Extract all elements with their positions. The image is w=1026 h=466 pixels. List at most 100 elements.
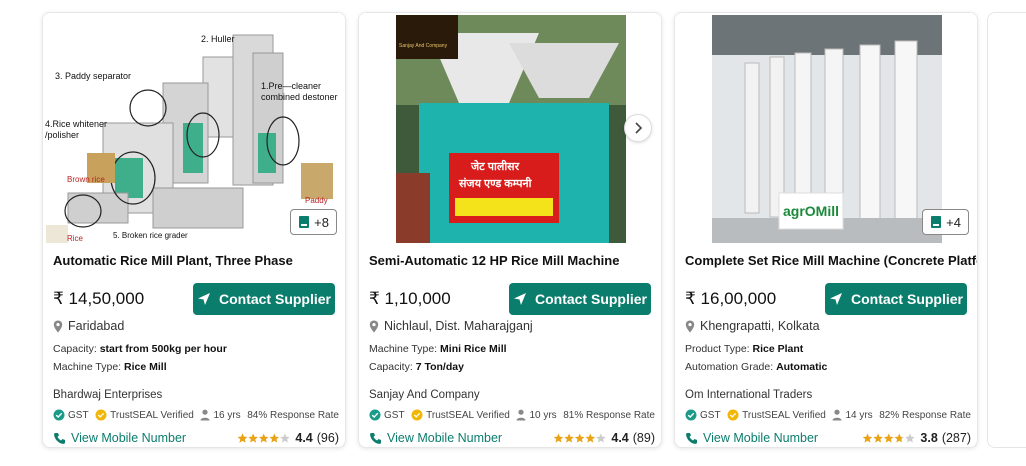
spec-value: Rice Mill [124, 361, 167, 373]
spec-label: Machine Type: [53, 361, 122, 373]
supplier-name[interactable]: Sanjay And Company [369, 389, 480, 401]
image-label: 4.Rice whitener /polisher [45, 119, 108, 140]
rating: 4.4 (96) [237, 431, 339, 445]
product-carousel: 2. Huller 3. Paddy separator 1.Pre—clean… [0, 0, 1026, 466]
supplier-badges: GST TrustSEAL Verified 10 yrs 81% Respon… [369, 409, 655, 421]
review-count[interactable]: (287) [942, 431, 971, 445]
product-title[interactable]: Semi-Automatic 12 HP Rice Mill Machine [369, 253, 655, 268]
image-label: 2. Huller [201, 34, 235, 44]
years-badge: 16 yrs [200, 409, 241, 421]
product-title[interactable]: Automatic Rice Mill Plant, Three Phase [53, 253, 339, 268]
spec-label: Capacity: [369, 361, 413, 373]
contact-supplier-button[interactable]: Contact Supplier [509, 283, 651, 315]
phone-icon [686, 432, 697, 444]
response-rate: 81% Response Rate [563, 409, 655, 421]
star-rating [237, 433, 291, 444]
years-badge: 10 yrs [516, 409, 557, 421]
years-badge: 14 yrs [832, 409, 873, 421]
view-mobile-link[interactable]: View Mobile Number [53, 431, 186, 445]
spec-value: 7 Ton/day [415, 361, 464, 373]
spec-value: Rice Plant [752, 343, 804, 355]
contact-supplier-label: Contact Supplier [534, 291, 647, 307]
location-text: Khengrapatti, Kolkata [700, 319, 820, 333]
view-mobile-label: View Mobile Number [703, 431, 819, 445]
view-mobile-label: View Mobile Number [71, 431, 187, 445]
stars-icon [238, 433, 291, 443]
product-card[interactable]: Sanjay And Company जेट पालीसर संजय एण्ड … [358, 12, 662, 448]
trustseal-icon [95, 409, 107, 421]
gst-label: GST [384, 409, 405, 421]
rating: 3.8 (287) [862, 431, 971, 445]
location-pin-icon [685, 320, 695, 332]
stars-icon [863, 433, 916, 443]
spec-label: Machine Type: [369, 343, 438, 355]
brand-logo: agrOMill [783, 203, 840, 219]
gst-label: GST [68, 409, 89, 421]
years-label: 16 yrs [213, 409, 241, 421]
supplier-location: Nichlaul, Dist. Maharajganj [369, 319, 533, 333]
view-mobile-label: View Mobile Number [387, 431, 503, 445]
sign-text: संजय एण्ड कम्पनी [459, 178, 532, 190]
image-label: Brown rice [67, 175, 105, 184]
image-label: 5. Broken rice grader [113, 231, 188, 240]
supplier-name[interactable]: Bhardwaj Enterprises [53, 389, 162, 401]
send-icon [197, 293, 210, 305]
supplier-location: Khengrapatti, Kolkata [685, 319, 820, 333]
location-pin-icon [369, 320, 379, 332]
sign-text: जेट पालीसर [471, 161, 520, 173]
gallery-icon [299, 216, 310, 228]
person-icon [516, 409, 526, 421]
product-card[interactable]: agrOMill +4 Complete Set Rice Mill Machi… [674, 12, 978, 448]
contact-supplier-label: Contact Supplier [850, 291, 963, 307]
product-image[interactable]: agrOMill +4 [675, 13, 977, 245]
stars-icon [554, 433, 607, 443]
rating-value: 4.4 [611, 431, 629, 445]
view-mobile-link[interactable]: View Mobile Number [685, 431, 818, 445]
location-pin-icon [53, 320, 63, 332]
product-image[interactable]: Sanjay And Company जेट पालीसर संजय एण्ड … [359, 13, 661, 245]
supplier-name[interactable]: Om International Traders [685, 389, 812, 401]
trustseal-icon [411, 409, 423, 421]
product-card[interactable]: 2. Huller 3. Paddy separator 1.Pre—clean… [42, 12, 346, 448]
product-price: ₹ 16,00,000 [685, 289, 777, 308]
product-title[interactable]: Complete Set Rice Mill Machine (Concrete… [685, 253, 977, 268]
gst-badge: GST [369, 409, 405, 421]
more-images-badge[interactable]: +4 [922, 209, 969, 235]
location-text: Faridabad [68, 319, 125, 333]
spec-value: Automatic [776, 361, 828, 373]
card-footer: View Mobile Number 4.4 (96) [53, 431, 339, 445]
review-count[interactable]: (96) [317, 431, 339, 445]
trustseal-label: TrustSEAL Verified [110, 409, 194, 421]
gst-badge: GST [685, 409, 721, 421]
spec-label: Product Type: [685, 343, 750, 355]
more-images-count: +4 [946, 214, 961, 230]
product-image[interactable]: 2. Huller 3. Paddy separator 1.Pre—clean… [43, 13, 345, 245]
trustseal-badge: TrustSEAL Verified [411, 409, 510, 421]
verified-check-icon [53, 409, 65, 421]
review-count[interactable]: (89) [633, 431, 655, 445]
spec-row: Machine Type: Rice Mill [53, 361, 167, 373]
person-icon [200, 409, 210, 421]
location-text: Nichlaul, Dist. Maharajganj [384, 319, 533, 333]
image-label: Rice [67, 234, 84, 243]
supplier-badges: GST TrustSEAL Verified 14 yrs 82% Respon… [685, 409, 971, 421]
next-product-card-peek[interactable] [987, 12, 1026, 448]
contact-supplier-button[interactable]: Contact Supplier [193, 283, 335, 315]
phone-icon [54, 432, 65, 444]
chevron-right-icon [635, 122, 643, 134]
view-mobile-link[interactable]: View Mobile Number [369, 431, 502, 445]
more-images-badge[interactable]: +8 [290, 209, 337, 235]
spec-row: Machine Type: Mini Rice Mill [369, 343, 507, 355]
spec-value: Mini Rice Mill [440, 343, 507, 355]
image-label: Paddy [305, 196, 328, 205]
years-label: 10 yrs [529, 409, 557, 421]
person-icon [832, 409, 842, 421]
phone-icon [370, 432, 381, 444]
card-footer: View Mobile Number 4.4 (89) [369, 431, 655, 445]
years-label: 14 yrs [845, 409, 873, 421]
supplier-location: Faridabad [53, 319, 124, 333]
contact-supplier-button[interactable]: Contact Supplier [825, 283, 967, 315]
trustseal-badge: TrustSEAL Verified [727, 409, 826, 421]
carousel-next-button[interactable] [624, 114, 652, 142]
spec-value: start from 500kg per hour [99, 343, 227, 355]
